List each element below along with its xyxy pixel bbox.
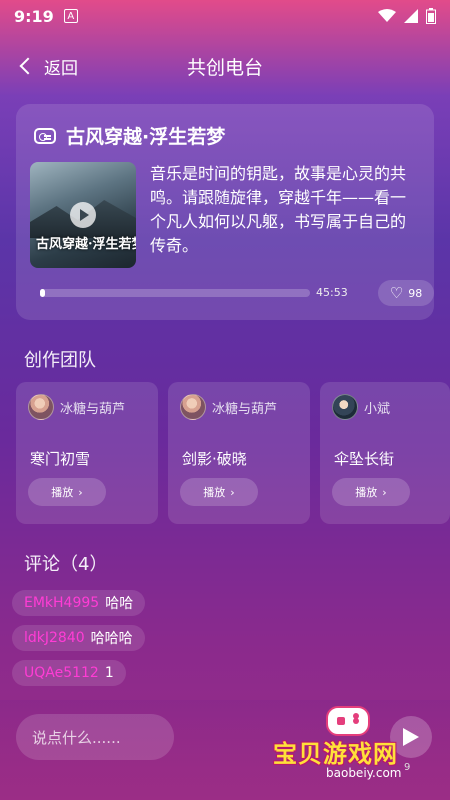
member-name: 小斌 [364,401,391,417]
team-card[interactable]: 冰糖与葫芦 寒门初雪 播放 › [16,382,158,524]
avatar [28,394,54,420]
chevron-left-icon [19,57,37,75]
like-count: 98 [408,286,423,300]
comment-input[interactable]: 说点什么...... [16,714,174,760]
song-title: 伞坠长街 [334,450,395,468]
song-title: 寒门初雪 [30,450,91,468]
comment-text: 1 [104,665,114,681]
member-row: 冰糖与葫芦 [28,394,125,420]
comment-item[interactable]: ldkJ2840 哈哈哈 [12,625,145,651]
radio-title: 古风穿越·浮生若梦 [66,126,226,148]
back-button[interactable]: 返回 [19,54,78,79]
cover-title-text: 古风穿越·浮生若梦 [36,237,136,252]
back-label: 返回 [44,58,78,79]
radio-description: 音乐是时间的钥匙，故事是心灵的共鸣。请跟随旋律，穿越千年——看一个凡人如何以凡躯… [150,164,407,255]
song-title: 剑影·破晓 [182,450,247,468]
radio-icon [34,127,56,144]
watermark-gamepad-icon [326,706,370,736]
count-tail: 9 [404,762,411,773]
chevron-right-icon: › [78,485,83,499]
send-arrow-icon [403,728,419,746]
status-bar: 9:19 A [0,0,450,32]
comment-item[interactable]: UQAe5112 1 [12,660,126,686]
radio-card: 古风穿越·浮生若梦 古风穿越·浮生若梦 音乐是时间的钥匙，故事是心灵的共鸣。请跟… [16,104,434,320]
header: 返回 共创电台 [0,44,450,88]
comment-user[interactable]: UQAe5112 [24,665,99,681]
status-time: 9:19 [14,6,54,26]
team-section-title: 创作团队 [24,350,96,371]
watermark-url: baobeiy.com [326,766,402,780]
member-name: 冰糖与葫芦 [212,401,278,417]
comments-section-title: 评论（4） [24,554,108,575]
play-label: 播放 [203,486,226,499]
play-icon[interactable] [70,202,96,228]
status-icons [378,8,436,24]
member-name: 冰糖与葫芦 [60,401,126,417]
comment-text: 哈哈 [105,596,134,612]
heart-pulse-icon: ♡ [389,284,404,302]
like-button[interactable]: ♡ 98 [378,280,434,306]
radio-title-row: 古风穿越·浮生若梦 [34,122,225,149]
notification-icon: A [63,9,78,23]
progress-bar[interactable] [40,289,310,297]
comment-user[interactable]: ldkJ2840 [24,630,85,646]
avatar [332,394,358,420]
play-button[interactable]: 播放 › [180,478,258,506]
cover-image[interactable]: 古风穿越·浮生若梦 [30,162,136,268]
team-card[interactable]: 冰糖与葫芦 剑影·破晓 播放 › [168,382,310,524]
signal-icon [404,9,418,23]
chevron-right-icon: › [230,485,235,499]
battery-icon [426,8,436,24]
team-card[interactable]: 小斌 伞坠长街 播放 › [320,382,450,524]
progress-fill [40,289,46,297]
comment-user[interactable]: EMkH4995 [24,595,99,611]
play-label: 播放 [51,486,74,499]
play-button[interactable]: 播放 › [332,478,410,506]
chevron-right-icon: › [382,485,387,499]
member-row: 小斌 [332,394,390,420]
avatar [180,394,206,420]
comment-text: 哈哈哈 [90,631,133,647]
duration-label: 45:53 [316,286,348,299]
play-label: 播放 [355,486,378,499]
play-button[interactable]: 播放 › [28,478,106,506]
comment-item[interactable]: EMkH4995 哈哈 [12,590,146,616]
wifi-icon [378,9,396,22]
watermark-title: 宝贝游戏网 [273,740,398,768]
member-row: 冰糖与葫芦 [180,394,277,420]
